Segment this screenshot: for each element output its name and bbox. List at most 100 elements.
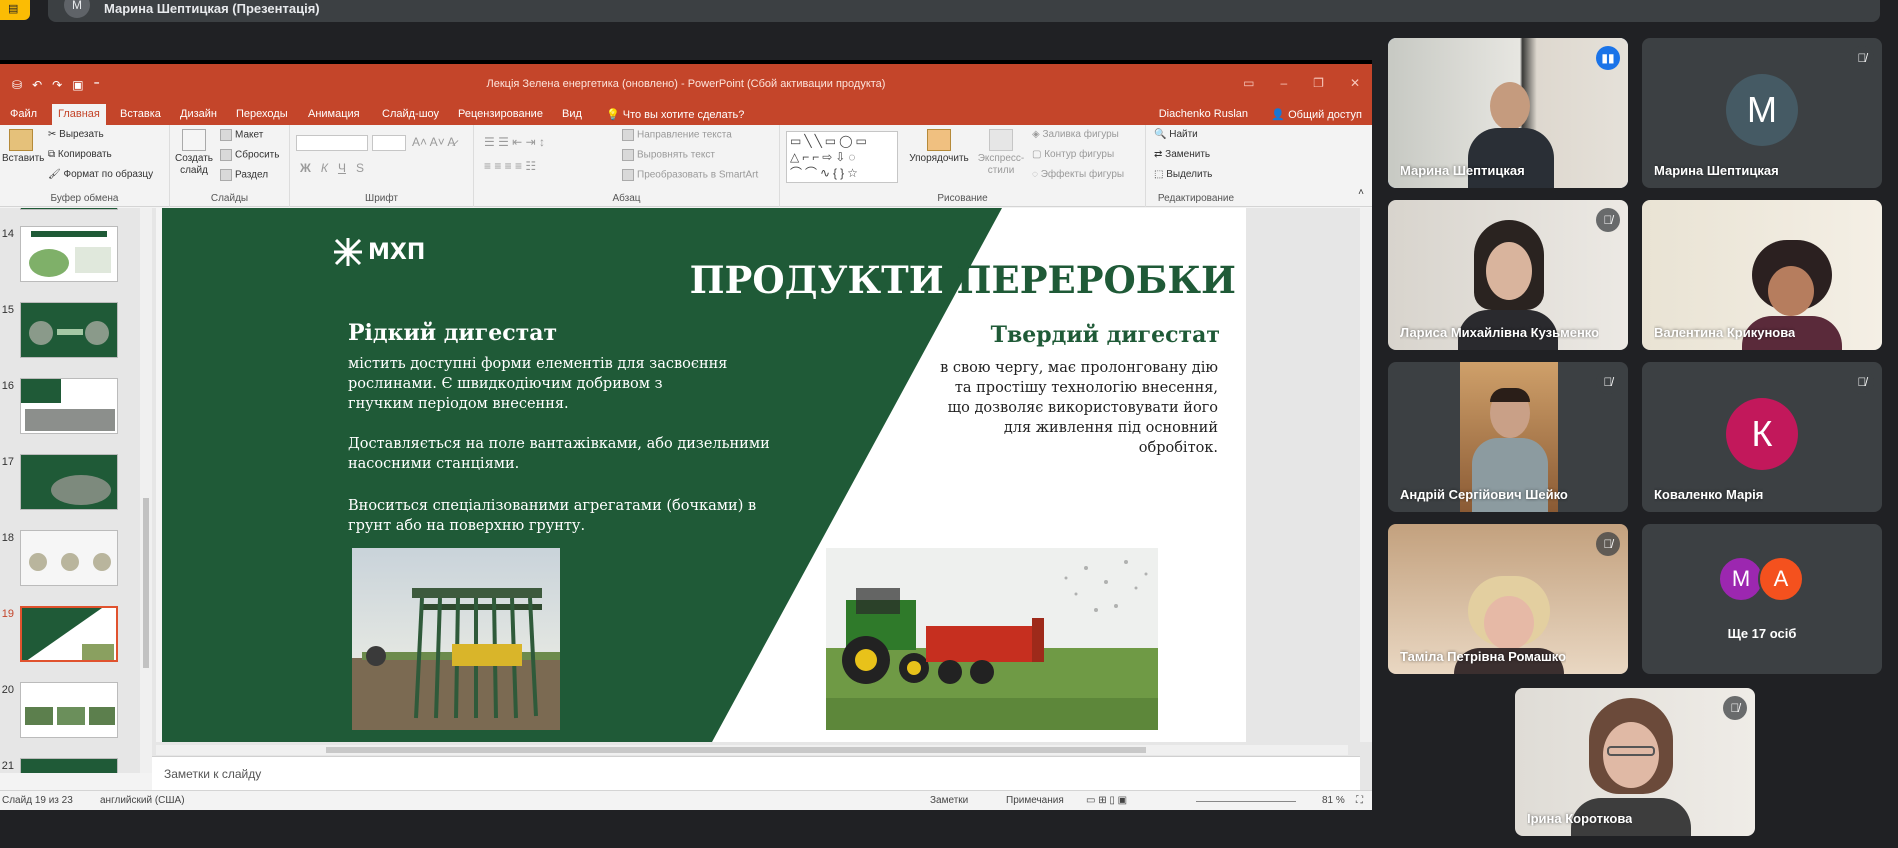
status-bar: Слайд 19 из 23 английский (США) Заметки … (0, 790, 1372, 810)
align-buttons[interactable]: ≡ ≡ ≡ ≡ ☷ (484, 159, 536, 173)
participant-name: Андрій Сергійович Шейко (1400, 487, 1568, 502)
thumb-row[interactable]: 15 (0, 302, 152, 372)
more-participants-tile[interactable]: М А Ще 17 осіб (1642, 524, 1882, 674)
text-line: Вноситься спеціалізованими агрегатами (б… (348, 498, 757, 514)
participant-name: Лариса Михайлівна Кузьменко (1400, 325, 1600, 340)
thumb-row[interactable]: 17 (0, 454, 152, 524)
font-grow-icon[interactable]: A˄ A˅ A̷ (412, 135, 455, 149)
thumb-row[interactable]: 18 (0, 530, 152, 600)
collapse-ribbon-icon[interactable]: ˄ (1358, 187, 1364, 198)
notes-pane[interactable]: Заметки к слайду (152, 756, 1360, 792)
slide-vertical-scrollbar[interactable] (1360, 208, 1372, 742)
tab-review[interactable]: Рецензирование (452, 106, 549, 122)
participant-name: Валентина Крикунова (1654, 325, 1796, 340)
bold-button[interactable]: Ж (300, 161, 311, 175)
font-name-box[interactable] (296, 135, 368, 151)
hscroll-handle[interactable] (326, 747, 1146, 753)
thumb-number: 15 (1, 304, 14, 316)
participant-tile[interactable]: 🎙̸ Таміла Петрівна Ромашко (1388, 524, 1628, 674)
shadow-button[interactable]: S (356, 161, 364, 175)
shapes-gallery[interactable]: ▭╲╲▭◯▭ △⌐⌐⇨⇩◌ ⌒⌒∿{}☆ (786, 131, 898, 183)
quick-styles-button[interactable]: Экспресс-стили (974, 129, 1028, 177)
fit-slide-icon[interactable]: ⛶ (1356, 795, 1363, 806)
maximize-icon[interactable]: ❐ (1313, 76, 1324, 90)
shape-fill-button[interactable]: ◈ Заливка фигуры (1032, 129, 1119, 140)
text-direction-button[interactable]: Направление текста (622, 129, 732, 141)
find-button[interactable]: 🔍 Найти (1154, 129, 1198, 140)
font-size-box[interactable] (372, 135, 406, 151)
smartart-button[interactable]: Преобразовать в SmartArt (622, 169, 758, 181)
participant-tile[interactable]: М 🎙̸ Марина Шептицкая (1642, 38, 1882, 188)
text-line: грунт або на поверхню грунту. (348, 518, 586, 534)
language-indicator[interactable]: английский (США) (100, 795, 185, 806)
tab-home[interactable]: Главная (52, 104, 106, 126)
share-button[interactable]: 👤 Общий доступ (1271, 108, 1362, 121)
comments-toggle[interactable]: Примечания (1006, 795, 1064, 806)
participant-tile[interactable]: 🎙̸ Андрій Сергійович Шейко (1388, 362, 1628, 512)
arrange-button[interactable]: Упорядочить (906, 129, 972, 165)
zoom-level[interactable]: 81 % (1322, 795, 1345, 806)
group-font: A˄ A˅ A̷ Ж К Ч S Шрифт (290, 125, 474, 207)
tab-file[interactable]: Файл (4, 106, 43, 122)
liquid-paragraph-3: Вноситься спеціалізованими агрегатами (б… (348, 496, 756, 536)
presentation-bar: М Марина Шептицкая (Презентація) (48, 0, 1880, 22)
activities-button[interactable]: ▤ (0, 0, 30, 20)
tab-insert[interactable]: Вставка (114, 106, 167, 122)
account-name[interactable]: Diachenko Ruslan (1159, 108, 1248, 120)
new-slide-label: Создать слайд (174, 153, 213, 176)
mic-off-icon: 🎙̸ (1723, 696, 1747, 720)
tractor-illustration (826, 548, 1158, 730)
underline-button[interactable]: Ч (338, 161, 346, 175)
thumb-scrollbar[interactable] (140, 208, 152, 773)
shape-outline-button[interactable]: ▢ Контур фигуры (1032, 149, 1114, 160)
tell-me-search[interactable]: 💡 Что вы хотите сделать? (600, 106, 750, 123)
tab-view[interactable]: Вид (556, 106, 588, 122)
list-buttons[interactable]: ☰ ☰ ⇤ ⇥ ↕ (484, 135, 545, 149)
shape-effects-button[interactable]: ◌ Эффекты фигуры (1032, 169, 1124, 180)
participant-tile[interactable]: К 🎙̸ Коваленко Марія (1642, 362, 1882, 512)
minimize-icon[interactable]: – (1280, 76, 1287, 90)
notes-toggle[interactable]: Заметки (930, 795, 968, 806)
tab-transitions[interactable]: Переходы (230, 106, 294, 122)
cut-label: Вырезать (59, 129, 104, 140)
zoom-slider[interactable] (1196, 801, 1296, 802)
thumb-row[interactable]: 16 (0, 378, 152, 448)
thumb-row-active[interactable]: 19 (0, 606, 152, 676)
paste-button[interactable]: Вставить (2, 129, 44, 165)
format-painter-button[interactable]: 🖌 Формат по образцу (48, 169, 153, 180)
italic-button[interactable]: К (321, 161, 328, 175)
group-label-font: Шрифт (365, 193, 398, 204)
close-icon[interactable]: ✕ (1350, 76, 1360, 90)
align-text-button[interactable]: Выровнять текст (622, 149, 715, 161)
text-direction-icon (622, 129, 634, 141)
copy-button[interactable]: ⧉ Копировать (48, 149, 112, 160)
tab-design[interactable]: Дизайн (174, 106, 223, 122)
ribbon-options-icon[interactable]: ▭ (1243, 76, 1254, 90)
cut-button[interactable]: ✂ Вырезать (48, 129, 104, 140)
participant-tile[interactable]: ▮▮ Марина Шептицкая (1388, 38, 1628, 188)
slide-thumbnail (20, 302, 118, 358)
view-buttons[interactable]: ▭ ⊞ ▯ ▣ (1086, 795, 1127, 806)
thumb-scroll-handle[interactable] (143, 498, 149, 668)
smartart-label: Преобразовать в SmartArt (637, 169, 759, 181)
participant-tile[interactable]: 🎙̸ Ірина Короткова (1515, 688, 1755, 836)
group-editing: 🔍 Найти ⇄ Заменить ⬚ Выделить Редактиров… (1146, 125, 1246, 207)
participant-tile[interactable]: 🎙̸ Лариса Михайлівна Кузьменко (1388, 200, 1628, 350)
fill-icon: ◈ (1032, 129, 1043, 140)
thumb-row[interactable]: 20 (0, 682, 152, 752)
reset-button[interactable]: Сбросить (220, 149, 279, 161)
slide-horizontal-scrollbar[interactable] (156, 745, 1348, 755)
participant-tile[interactable]: Валентина Крикунова (1642, 200, 1882, 350)
select-button[interactable]: ⬚ Выделить (1154, 169, 1212, 180)
current-slide[interactable]: МХП ПРОДУКТИ ПЕРЕРОБКИ Рідкий дигестат м… (156, 208, 1246, 742)
tab-slideshow[interactable]: Слайд-шоу (376, 106, 445, 122)
thumb-row[interactable]: 14 (0, 226, 152, 296)
replace-button[interactable]: ⇄ Заменить (1154, 149, 1210, 160)
person-icon: 👤 (1271, 109, 1289, 121)
tab-animation[interactable]: Анимация (302, 106, 366, 122)
layout-button[interactable]: Макет (220, 129, 263, 141)
thumb-row[interactable]: 21 (0, 758, 152, 773)
new-slide-button[interactable]: Создать слайд (174, 129, 214, 177)
section-button[interactable]: Раздел (220, 169, 268, 181)
group-label-clipboard: Буфер обмена (50, 193, 119, 204)
